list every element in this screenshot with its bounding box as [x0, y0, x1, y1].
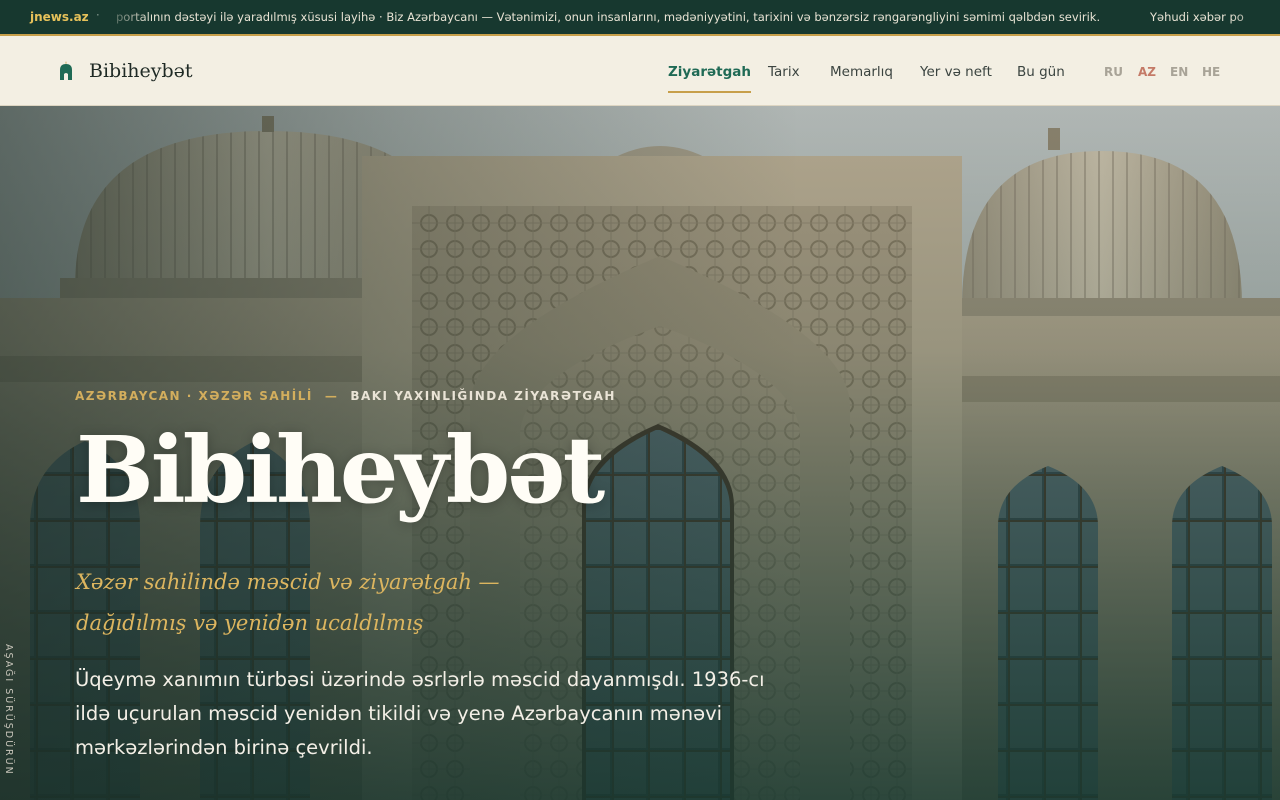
ticker-fade-right: [1230, 0, 1280, 34]
lang-az[interactable]: AZ: [1138, 65, 1156, 79]
nav-item-tarix[interactable]: Tarix: [768, 64, 800, 80]
eyebrow-kind: BAKI YAXINLIĞINDA ZİYARƏTGAH: [350, 389, 616, 403]
hero-lede: Üqeymə xanımın türbəsi üzərində əsrlərlə…: [75, 668, 765, 759]
nav-item-memarliq[interactable]: Memarlıq: [830, 64, 893, 80]
lang-he[interactable]: HE: [1202, 65, 1220, 79]
ticker-fade-left: [100, 0, 150, 34]
ticker-brand-link[interactable]: jnews.az: [30, 10, 89, 24]
eyebrow-dash: —: [324, 389, 339, 403]
eyebrow-location: AZƏRBAYCAN · XƏZƏR SAHİLİ: [75, 389, 313, 403]
main-nav: Ziyarətgah Tarix Memarlıq Yer və neft Bu…: [0, 64, 1280, 94]
lang-en[interactable]: EN: [1170, 65, 1188, 79]
lang-ru[interactable]: RU: [1104, 65, 1123, 79]
scroll-hint[interactable]: AŞAĞI SÜRÜŞDÜRÜN: [3, 644, 14, 776]
site-header: Bibiheybət Ziyarətgah Tarix Memarlıq Yer…: [0, 36, 1280, 106]
hero-eyebrow: AZƏRBAYCAN · XƏZƏR SAHİLİ — BAKI YAXINLIĞI…: [75, 389, 616, 403]
nav-item-yer-ve-neft[interactable]: Yer və neft: [920, 64, 992, 80]
nav-item-bu-gun[interactable]: Bu gün: [1017, 64, 1065, 80]
hero-title: Bibiheybət: [76, 416, 605, 524]
subtitle-line-2: dağıdılmış və yenidən ucaldılmış: [76, 611, 424, 635]
subtitle-line-1: Xəzər sahilində məscid və ziyarətgah —: [76, 570, 500, 594]
hero-section: AZƏRBAYCAN · XƏZƏR SAHİLİ — BAKI YAXINLIĞI…: [0, 106, 1280, 800]
news-ticker: jnews.az · portalının dəstəyi ilə yaradı…: [0, 0, 1280, 36]
nav-item-ziyaretgah[interactable]: Ziyarətgah: [668, 64, 751, 93]
ticker-message: portalının dəstəyi ilə yaradılmış xüsusi…: [116, 10, 1101, 24]
hero-subtitle: Xəzər sahilində məscid və ziyarətgah — d…: [76, 562, 596, 644]
